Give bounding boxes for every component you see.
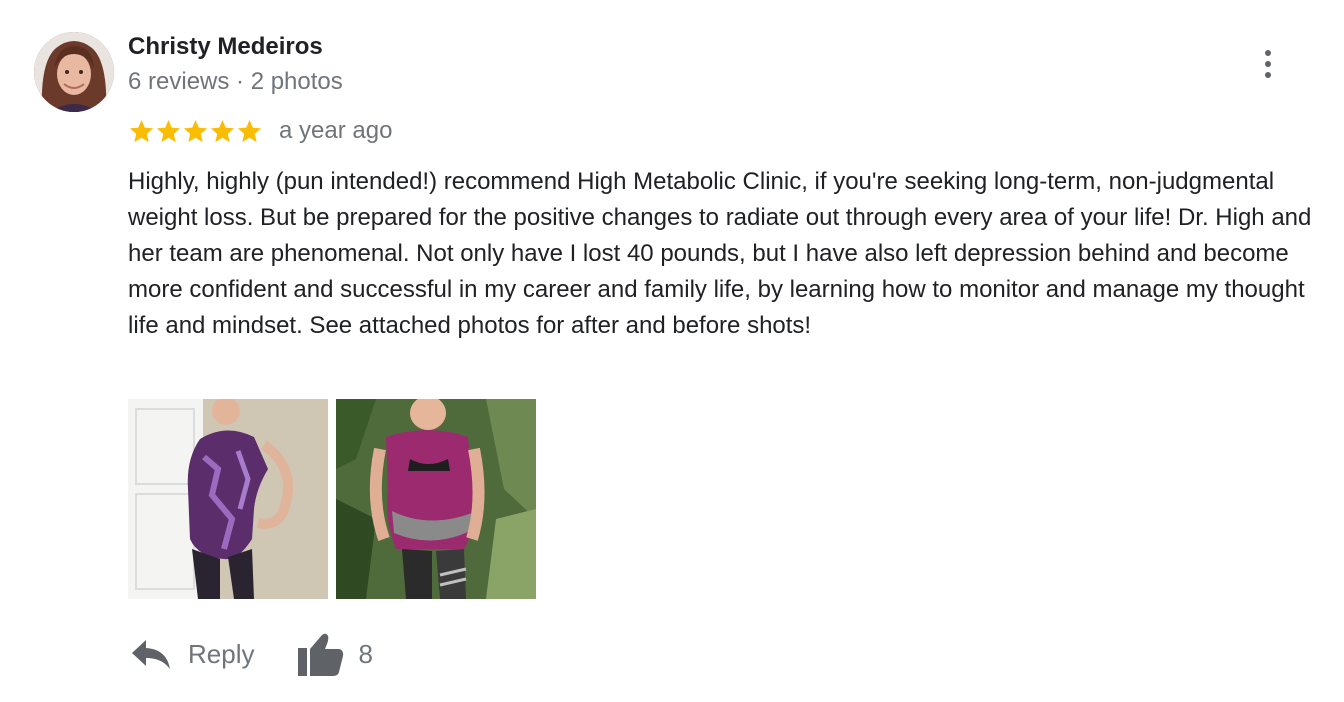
photo-image [128, 399, 328, 599]
review-photos [128, 399, 536, 599]
reply-label: Reply [188, 638, 255, 669]
like-count: 8 [358, 638, 373, 669]
star-icon [183, 119, 208, 142]
more-vert-icon-dot [1265, 61, 1271, 67]
rating-row: a year ago [128, 116, 392, 146]
review-card: Christy Medeiros 6 reviews · 2 photos a … [0, 0, 1344, 702]
author-name[interactable]: Christy Medeiros [128, 33, 323, 61]
star-rating [128, 118, 263, 145]
like-button[interactable]: 8 [298, 632, 373, 676]
thumbs-up-icon [298, 633, 344, 676]
more-vert-icon-dot [1265, 72, 1271, 78]
star-icon [210, 119, 235, 142]
star-icon [129, 119, 154, 142]
more-vert-icon [1265, 50, 1271, 56]
author-meta[interactable]: 6 reviews · 2 photos [128, 68, 343, 96]
avatar[interactable] [34, 32, 114, 112]
star-icon [237, 119, 262, 142]
avatar-image [34, 32, 114, 112]
review-photo-before[interactable] [336, 399, 536, 599]
review-actions: Reply 8 [128, 626, 373, 682]
review-photo-after[interactable] [128, 399, 328, 599]
reply-icon [132, 640, 170, 669]
star-icon [156, 119, 181, 142]
photo-image [336, 399, 536, 599]
review-text: Highly, highly (pun intended!) recommend… [128, 168, 1312, 339]
review-time: a year ago [279, 117, 393, 144]
more-options-button[interactable] [1252, 46, 1284, 82]
reply-button[interactable]: Reply [128, 636, 254, 672]
